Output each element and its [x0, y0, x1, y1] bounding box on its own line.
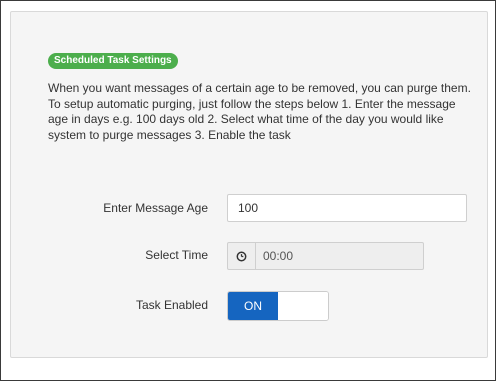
select-time-label: Select Time	[145, 248, 208, 262]
window-frame: Scheduled Task Settings When you want me…	[0, 0, 496, 381]
message-age-label: Enter Message Age	[103, 201, 208, 215]
toggle-off-handle[interactable]	[278, 292, 328, 320]
time-picker[interactable]: 00:00	[227, 242, 424, 270]
clock-icon[interactable]	[228, 243, 256, 269]
time-value[interactable]: 00:00	[256, 243, 423, 269]
task-enabled-label: Task Enabled	[135, 298, 208, 312]
task-enabled-toggle[interactable]: ON	[227, 291, 329, 321]
section-description: When you want messages of a certain age …	[48, 81, 471, 142]
message-age-input[interactable]	[227, 194, 467, 222]
toggle-on-label[interactable]: ON	[228, 292, 278, 320]
section-badge: Scheduled Task Settings	[48, 53, 178, 69]
